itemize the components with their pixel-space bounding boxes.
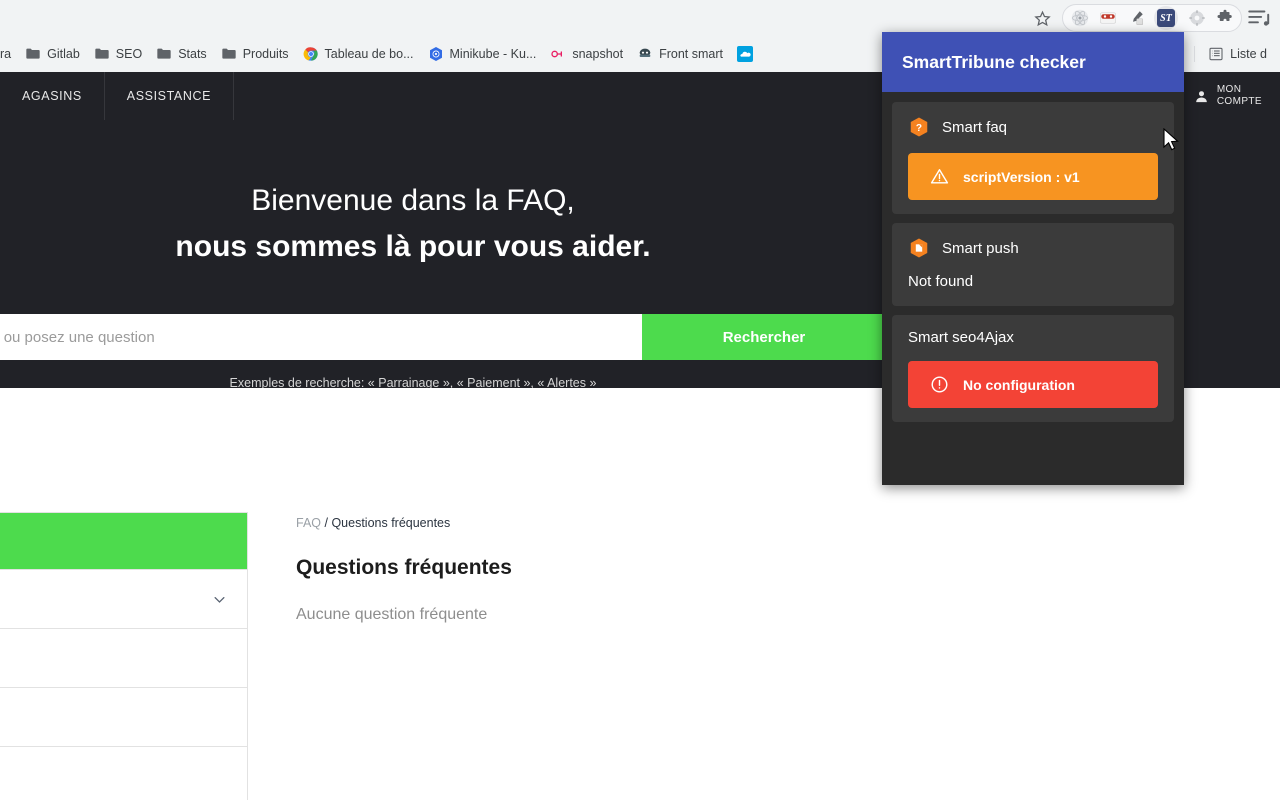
- popup-body: ? Smart faq scriptVersion : v1 Smart pus…: [882, 92, 1184, 432]
- bookmark-label: Tableau de bo...: [324, 47, 414, 61]
- orange-hex-push-icon: [908, 237, 930, 259]
- search-input[interactable]: [0, 314, 642, 360]
- nav-item-assistance[interactable]: ASSISTANCE: [105, 72, 235, 120]
- sidebar-item-tier[interactable]: TIER: [0, 628, 247, 687]
- divider: [1194, 46, 1196, 62]
- orange-hex-question-icon: ?: [908, 116, 930, 138]
- card-smart-seo4ajax: Smart seo4Ajax No configuration: [892, 315, 1174, 422]
- breadcrumb: FAQ / Questions fréquentes: [296, 516, 856, 530]
- bookmark-label: Minikube - Ku...: [449, 47, 537, 61]
- sidebar-header: ONS FRÉQUENTES: [0, 513, 247, 569]
- bookmark-front-smart[interactable]: Front smart: [630, 43, 730, 65]
- page-title: Questions fréquentes: [296, 556, 512, 579]
- svg-text:?: ?: [916, 123, 922, 134]
- bookmark-minikube[interactable]: Minikube - Ku...: [421, 43, 544, 65]
- bookmark-folder-seo[interactable]: SEO: [87, 43, 149, 65]
- popup-header: SmartTribune checker: [882, 32, 1184, 92]
- breadcrumb-root[interactable]: FAQ: [296, 516, 321, 530]
- nav-item-magasins[interactable]: AGASINS: [0, 72, 105, 120]
- bookmark-tableau-de-bord[interactable]: Tableau de bo...: [296, 43, 421, 65]
- search-bar: Rechercher: [0, 314, 886, 360]
- folder-icon: [221, 46, 237, 62]
- kubernetes-icon: [428, 46, 444, 62]
- bookmark-folder-stats[interactable]: Stats: [149, 43, 214, 65]
- browser-toolbar: ST: [0, 0, 1280, 36]
- mask-extension-icon[interactable]: [1098, 9, 1117, 28]
- popup-title: SmartTribune checker: [902, 51, 1086, 72]
- card-title: Smart seo4Ajax: [908, 329, 1014, 346]
- sidebar-item-application-coyote[interactable]: PLICATION COYOTE: [0, 687, 247, 746]
- bookmark-label: Front smart: [659, 47, 723, 61]
- chevron-down-icon: [212, 592, 227, 607]
- chrome-icon: [303, 46, 319, 62]
- puzzle-piece-icon[interactable]: [1215, 9, 1234, 28]
- extensions-pill: ST: [1062, 4, 1242, 32]
- account-line1: MON: [1216, 84, 1242, 95]
- bookmark-label: Produits: [242, 47, 289, 61]
- account-label: MON COMPTE: [1217, 84, 1262, 108]
- breadcrumb-separator: /: [321, 516, 332, 530]
- main-column: FAQ / Questions fréquentes Questions fré…: [296, 516, 856, 624]
- color-picker-icon[interactable]: [1126, 9, 1145, 28]
- folder-icon: [156, 46, 172, 62]
- card-title: Smart push: [942, 239, 1019, 257]
- smarttribune-checker-popup: SmartTribune checker ? Smart faq scriptV…: [882, 32, 1184, 485]
- status-text: No configuration: [963, 376, 1075, 393]
- bookmark-star-icon[interactable]: [1028, 4, 1056, 32]
- reading-list-menu-icon[interactable]: [1246, 5, 1272, 31]
- account-line2: COMPTE: [1216, 96, 1262, 107]
- card-title: Smart faq: [942, 118, 1008, 136]
- snapshot-icon: [550, 46, 566, 62]
- bookmark-reading-list[interactable]: Liste d: [1201, 43, 1274, 65]
- sidebar-item-compte[interactable]: MPTE: [0, 569, 247, 628]
- bookmark-label: Liste d: [1230, 47, 1267, 61]
- account-menu[interactable]: MON COMPTE: [1176, 72, 1280, 120]
- hero-title-line2: nous sommes là pour vous aider.: [175, 230, 651, 263]
- card-smart-push: Smart push Not found: [892, 223, 1174, 306]
- warning-triangle-icon: [930, 169, 949, 184]
- status-badge-no-configuration: No configuration: [908, 361, 1158, 408]
- bookmark-folder-produits[interactable]: Produits: [214, 43, 296, 65]
- react-devtools-icon[interactable]: [1070, 9, 1089, 28]
- robot-icon: [637, 46, 653, 62]
- empty-state-message: Aucune question fréquente: [296, 606, 488, 623]
- status-text: scriptVersion : v1: [963, 168, 1080, 185]
- faq-category-sidebar: ONS FRÉQUENTES MPTE TIER PLICATION COYOT…: [0, 512, 248, 800]
- card-smart-faq: ? Smart faq scriptVersion : v1: [892, 102, 1174, 214]
- card-header: Smart push: [908, 237, 1158, 259]
- sidebar-item-solution-embarquee[interactable]: TION EMBARQUÉE: [0, 746, 247, 800]
- gear-wheel-icon[interactable]: [1187, 9, 1206, 28]
- status-badge-scriptversion: scriptVersion : v1: [908, 153, 1158, 200]
- bookmark-label: Stats: [178, 47, 207, 61]
- bookmark-label: snapshot: [572, 47, 624, 61]
- bookmark-label: ra: [0, 47, 12, 61]
- cloud-icon: [737, 46, 753, 62]
- bookmark-snapshot[interactable]: snapshot: [543, 43, 630, 65]
- smarttribune-checker-icon[interactable]: ST: [1154, 6, 1178, 30]
- hero-title-line1: Bienvenue dans la FAQ,: [251, 184, 575, 217]
- bookmark-item-partial[interactable]: [730, 43, 760, 65]
- bookmark-label: Gitlab: [47, 47, 80, 61]
- bookmark-label: SEO: [115, 47, 143, 61]
- user-avatar-icon: [1194, 89, 1209, 104]
- reading-list-icon: [1208, 46, 1224, 62]
- bookmarks-bar-overflow: Liste d: [1188, 36, 1280, 72]
- search-button[interactable]: Rechercher: [642, 314, 886, 360]
- bookmark-item[interactable]: ra: [0, 44, 18, 64]
- folder-icon: [94, 46, 110, 62]
- card-header: ? Smart faq: [908, 116, 1158, 138]
- breadcrumb-current: Questions fréquentes: [331, 516, 451, 530]
- folder-icon: [25, 46, 41, 62]
- bookmark-folder-gitlab[interactable]: Gitlab: [18, 43, 87, 65]
- error-circle-icon: [931, 376, 948, 393]
- status-text-not-found: Not found: [908, 273, 974, 290]
